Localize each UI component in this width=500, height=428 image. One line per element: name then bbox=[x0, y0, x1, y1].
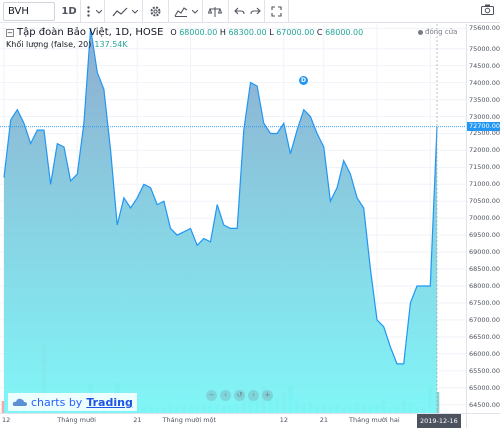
scroll-right-icon[interactable]: › bbox=[248, 390, 259, 401]
scroll-left-icon[interactable]: ‹ bbox=[220, 390, 231, 401]
price-chart[interactable] bbox=[0, 24, 466, 413]
price-tick-label: 69000.00 bbox=[469, 248, 500, 257]
chart-legend: − Tập đoàn Bảo Việt, 1D, HOSE O 68000.00 … bbox=[6, 27, 363, 38]
time-cursor-label: 2019-12-16 bbox=[417, 414, 461, 428]
price-tick-label: 74500.00 bbox=[469, 61, 500, 70]
toolbar-divider bbox=[288, 0, 289, 23]
dividend-marker[interactable]: D bbox=[299, 76, 308, 85]
price-tick-label: 66000.00 bbox=[469, 349, 500, 358]
price-tick-label: 68000.00 bbox=[469, 281, 500, 290]
close-label: C bbox=[316, 28, 323, 37]
time-tick-label: 12 bbox=[2, 416, 11, 424]
price-tick-label: 75600.00 bbox=[469, 24, 500, 33]
scale-corner bbox=[466, 413, 500, 428]
chevron-down-icon[interactable] bbox=[192, 2, 198, 21]
compare-icon[interactable] bbox=[206, 2, 224, 21]
line-chart-icon[interactable] bbox=[110, 2, 130, 21]
toolbar-divider bbox=[142, 0, 143, 23]
open-value: 68000.00 bbox=[179, 28, 218, 37]
reset-icon[interactable]: ↺ bbox=[234, 390, 245, 401]
indicators-icon[interactable] bbox=[172, 2, 190, 21]
open-label: O bbox=[170, 28, 177, 37]
toolbar-divider bbox=[202, 0, 203, 23]
interval-button[interactable]: 1D bbox=[60, 2, 78, 21]
volume-legend-label: Khối lượng (false, 20) bbox=[6, 40, 92, 49]
time-tick-label: Tháng mười bbox=[57, 416, 96, 424]
price-tick-label: 72000.00 bbox=[469, 146, 500, 155]
price-tick-label: 68500.00 bbox=[469, 265, 500, 274]
price-tick-label: 67500.00 bbox=[469, 298, 500, 307]
chart-navigation: − ‹ ↺ › + bbox=[206, 390, 273, 401]
toolbar-divider bbox=[228, 0, 229, 23]
price-tick-label: 75000.00 bbox=[469, 44, 500, 53]
price-tick-label: 64500.00 bbox=[469, 400, 500, 409]
cloud-logo-icon bbox=[12, 398, 27, 406]
price-area bbox=[4, 28, 437, 413]
zoom-in-icon[interactable]: + bbox=[262, 390, 273, 401]
price-tick-label: 65000.00 bbox=[469, 383, 500, 392]
toolbar-divider bbox=[264, 0, 265, 23]
camera-icon[interactable] bbox=[480, 4, 494, 18]
more-vertical-icon[interactable] bbox=[83, 2, 93, 21]
legend-ohlc: O 68000.00 H 68300.00 L 67000.00 C 68000… bbox=[170, 28, 363, 37]
watermark-brand: Trading bbox=[86, 395, 133, 409]
time-tick-label: Tháng mười hai bbox=[349, 416, 400, 424]
price-tick-label: 65500.00 bbox=[469, 366, 500, 375]
price-tick-label: 71500.00 bbox=[469, 163, 500, 172]
chevron-down-icon[interactable] bbox=[132, 2, 138, 21]
low-label: L bbox=[269, 28, 274, 37]
last-price-label: 72700.00 bbox=[467, 122, 500, 132]
time-tick-label: 21 bbox=[319, 416, 329, 424]
price-tick-label: 74000.00 bbox=[469, 78, 500, 87]
gear-icon[interactable] bbox=[146, 2, 164, 21]
market-status-badge: đóng cửa bbox=[418, 28, 457, 36]
price-tick-label: 73000.00 bbox=[469, 112, 500, 121]
high-value: 68300.00 bbox=[228, 28, 267, 37]
legend-title: Tập đoàn Bảo Việt, 1D, HOSE bbox=[17, 27, 164, 38]
fullscreen-icon[interactable] bbox=[268, 2, 284, 21]
price-tick-label: 70500.00 bbox=[469, 197, 500, 206]
time-scale[interactable]: 12 Tháng mười 21 Tháng mười một 12 21 Tháng mư… bbox=[0, 413, 466, 428]
price-tick-label: 70000.00 bbox=[469, 214, 500, 223]
time-tick-label: Tháng mười một bbox=[162, 416, 217, 424]
toolbar-divider bbox=[168, 0, 169, 23]
volume-legend-value: 137.54K bbox=[94, 40, 128, 49]
close-value: 68000.00 bbox=[325, 28, 364, 37]
price-scale[interactable]: 75600.00 75000.00 74500.00 74000.00 73500.00… bbox=[466, 24, 500, 413]
toolbar-divider bbox=[80, 0, 81, 23]
time-tick-label: 12 bbox=[279, 416, 289, 424]
price-tick-label: 69500.00 bbox=[469, 231, 500, 240]
high-label: H bbox=[219, 28, 226, 37]
watermark-prefix: charts by bbox=[31, 395, 83, 409]
volume-legend: Khối lượng (false, 20) 137.54K bbox=[6, 40, 128, 49]
undo-icon[interactable] bbox=[232, 2, 246, 21]
low-value: 67000.00 bbox=[276, 28, 315, 37]
status-dot-icon bbox=[418, 29, 423, 35]
time-tick-label: 21 bbox=[133, 416, 142, 424]
price-tick-label: 71000.00 bbox=[469, 180, 500, 189]
symbol-search-input[interactable] bbox=[3, 2, 55, 21]
toolbar-divider bbox=[104, 0, 105, 23]
price-tick-label: 73500.00 bbox=[469, 95, 500, 104]
price-tick-label: 66500.00 bbox=[469, 332, 500, 341]
collapse-legend-icon[interactable]: − bbox=[6, 28, 14, 37]
chart-toolbar: 1D bbox=[0, 0, 500, 23]
chevron-down-icon[interactable] bbox=[96, 2, 102, 21]
market-status-text: đóng cửa bbox=[425, 28, 458, 36]
price-tick-label: 67000.00 bbox=[469, 315, 500, 324]
zoom-out-icon[interactable]: − bbox=[206, 390, 217, 401]
redo-icon[interactable] bbox=[248, 2, 262, 21]
tradingview-watermark[interactable]: charts by Trading bbox=[8, 393, 137, 411]
